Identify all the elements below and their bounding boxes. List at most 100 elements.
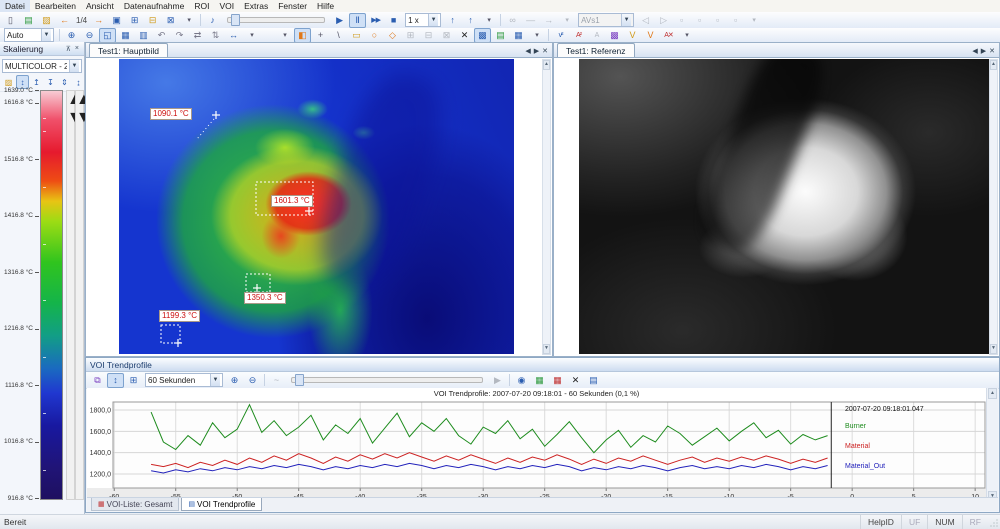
- thermal-image[interactable]: 1090.1 °C 1601.3 °C 1350.3 °C 1199.3 °C: [119, 59, 514, 354]
- export-profile-icon[interactable]: ⊞: [125, 373, 142, 388]
- vertical-scrollbar[interactable]: ▲ ▼: [986, 388, 998, 502]
- stop-button[interactable]: ■: [385, 13, 402, 28]
- color-scale-bar[interactable]: [40, 90, 63, 500]
- rect-roi-icon[interactable]: ▭: [348, 28, 365, 43]
- delete-roi-icon[interactable]: ✕: [456, 28, 473, 43]
- spin-down-icon[interactable]: ▼: [76, 109, 83, 127]
- fit-window-icon[interactable]: ◱: [99, 28, 116, 43]
- paste-roi-icon[interactable]: ⊟: [420, 28, 437, 43]
- line-roi-icon[interactable]: \: [330, 28, 347, 43]
- temperature-annotation[interactable]: 1601.3 °C: [271, 195, 313, 207]
- menu-item-datei[interactable]: Datei: [0, 0, 30, 12]
- scale-lower-button[interactable]: ↧: [44, 75, 57, 89]
- link-image-icon[interactable]: ∞: [504, 13, 521, 28]
- menu-item-bearbeiten[interactable]: Bearbeiten: [30, 0, 81, 12]
- reference-image[interactable]: [579, 59, 991, 354]
- tab-voi-trendprofile[interactable]: ▤VOI Trendprofile: [181, 498, 262, 511]
- vertical-scrollbar[interactable]: ▲ ▼: [542, 59, 551, 355]
- export-excel-icon[interactable]: ▦: [531, 373, 548, 388]
- alarm-delete-icon[interactable]: A✕: [660, 28, 677, 43]
- scroll-up-icon[interactable]: ▲: [988, 388, 997, 399]
- menu-item-extras[interactable]: Extras: [239, 0, 273, 12]
- tab-hauptbild[interactable]: Test1: Hauptbild: [89, 43, 168, 57]
- palette-select[interactable]: MULTICOLOR - 256 ▼: [2, 59, 82, 73]
- sync-image-icon[interactable]: →: [540, 13, 557, 28]
- marker-prev-icon[interactable]: ↑: [444, 13, 461, 28]
- aux-icon-5[interactable]: ▫: [709, 13, 726, 28]
- jump-forward-icon[interactable]: →: [90, 13, 107, 28]
- toolbar-overflow-icon[interactable]: ▾: [558, 13, 575, 28]
- fullscreen-icon[interactable]: ▥: [135, 28, 152, 43]
- rotate-right-icon[interactable]: ↷: [171, 28, 188, 43]
- autoscale-y-button[interactable]: ↕: [107, 373, 124, 388]
- profile-layers-icon[interactable]: ⧉: [89, 373, 106, 388]
- export-chart-icon[interactable]: ▦: [549, 373, 566, 388]
- aux-icon-3[interactable]: ▫: [673, 13, 690, 28]
- speed-select[interactable]: 1 x▼: [405, 13, 441, 27]
- save-icon[interactable]: ▣: [108, 13, 125, 28]
- spin-up-icon[interactable]: ▲: [76, 91, 83, 109]
- marker-next-icon[interactable]: ↑: [462, 13, 479, 28]
- aux-icon-6[interactable]: ▫: [727, 13, 744, 28]
- scale-min-spinner[interactable]: ▲ ▼: [75, 90, 84, 500]
- fast-forward-button[interactable]: ▶▶: [367, 13, 384, 28]
- toolbar-overflow-icon[interactable]: ▾: [276, 28, 293, 43]
- menu-item-voi[interactable]: VOI: [214, 0, 239, 12]
- time-slider-thumb[interactable]: [295, 374, 304, 386]
- roi-table-icon[interactable]: ▤: [492, 28, 509, 43]
- temperature-annotation[interactable]: 1090.1 °C: [150, 108, 192, 120]
- tab-referenz[interactable]: Test1: Referenz: [557, 43, 635, 57]
- print-trend-icon[interactable]: ▤: [585, 373, 602, 388]
- tab-scroll-right-icon[interactable]: ▶: [981, 47, 986, 55]
- zoom-time-in-icon[interactable]: ⊕: [226, 373, 243, 388]
- tab-scroll-left-icon[interactable]: ◀: [972, 47, 977, 55]
- copy-icon[interactable]: ⊞: [126, 13, 143, 28]
- flip-horizontal-icon[interactable]: ⇄: [189, 28, 206, 43]
- time-slider[interactable]: [291, 377, 483, 383]
- scale-mode-select[interactable]: Auto▼: [4, 28, 54, 42]
- menu-item-fenster[interactable]: Fenster: [273, 0, 312, 12]
- compress-scale-button[interactable]: ↨: [72, 75, 85, 89]
- clear-trend-icon[interactable]: ✕: [567, 373, 584, 388]
- pause-button[interactable]: Ⅱ: [349, 13, 366, 28]
- attach-roi-icon[interactable]: ◧: [294, 28, 311, 43]
- toolbar-overflow-icon[interactable]: ▾: [678, 28, 695, 43]
- rotate-left-icon[interactable]: ↶: [153, 28, 170, 43]
- voi-hide-icon[interactable]: V: [642, 28, 659, 43]
- roi-properties-icon[interactable]: ▩: [474, 28, 491, 43]
- resize-grip[interactable]: [988, 515, 1000, 529]
- toolbar-overflow-icon[interactable]: ▾: [180, 13, 197, 28]
- voi-palette-icon[interactable]: ▩: [606, 28, 623, 43]
- aux-icon-2[interactable]: ▷: [655, 13, 672, 28]
- import-icon[interactable]: ⊟: [144, 13, 161, 28]
- aux-icon-1[interactable]: ◁: [637, 13, 654, 28]
- menu-item-hilfe[interactable]: Hilfe: [312, 0, 339, 12]
- menu-item-datenaufnahme[interactable]: Datenaufnahme: [119, 0, 190, 12]
- interval-select[interactable]: 60 Sekunden▼: [145, 373, 223, 387]
- roi-matrix-icon[interactable]: ▦: [510, 28, 527, 43]
- toolbar-overflow-icon[interactable]: ▾: [243, 28, 260, 43]
- new-file-icon[interactable]: ▯: [2, 13, 19, 28]
- toolbar-overflow-icon[interactable]: ▾: [528, 28, 545, 43]
- expand-scale-button[interactable]: ⇕: [58, 75, 71, 89]
- zoom-out-icon[interactable]: ⊖: [81, 28, 98, 43]
- play-button[interactable]: ▶: [331, 13, 348, 28]
- show-points-icon[interactable]: ◉: [513, 373, 530, 388]
- zoom-in-icon[interactable]: ⊕: [63, 28, 80, 43]
- scroll-up-icon[interactable]: ▲: [543, 60, 550, 70]
- tab-scroll-right-icon[interactable]: ▶: [534, 47, 539, 55]
- unlink-image-icon[interactable]: —: [522, 13, 539, 28]
- avi-select[interactable]: AVs1▼: [578, 13, 634, 27]
- close-icon[interactable]: ×: [73, 45, 81, 52]
- temperature-annotation[interactable]: 1350.3 °C: [244, 292, 286, 304]
- menu-item-ansicht[interactable]: Ansicht: [81, 0, 119, 12]
- original-size-icon[interactable]: ▦: [117, 28, 134, 43]
- cursor-icon[interactable]: ~: [268, 373, 285, 388]
- temperature-annotation[interactable]: 1199.3 °C: [159, 310, 200, 322]
- trend-chart[interactable]: VOI Trendprofile: 2007-07-20 09:18:01 - …: [87, 388, 986, 502]
- vertical-scrollbar[interactable]: ▲ ▼: [989, 59, 998, 355]
- close-icon[interactable]: ✕: [542, 47, 548, 55]
- scroll-down-icon[interactable]: ▼: [543, 344, 550, 354]
- polygon-roi-icon[interactable]: ◇: [384, 28, 401, 43]
- seek-slider[interactable]: [227, 17, 325, 23]
